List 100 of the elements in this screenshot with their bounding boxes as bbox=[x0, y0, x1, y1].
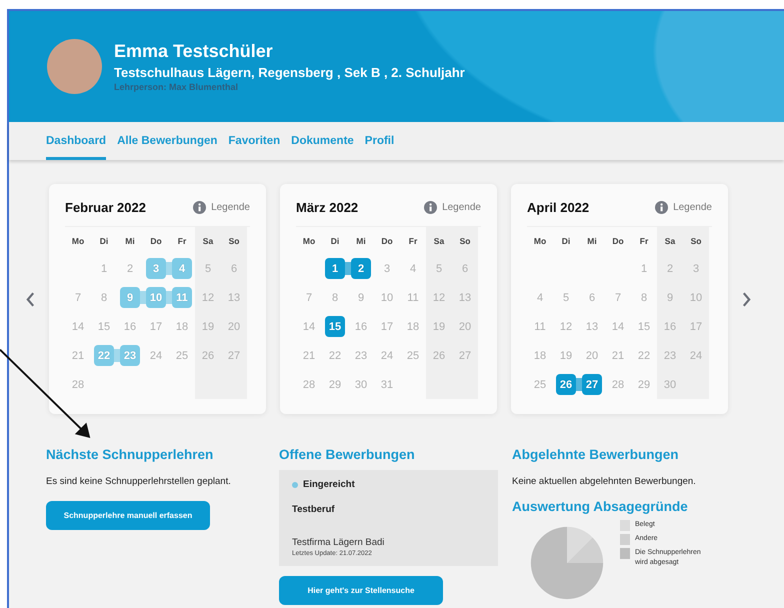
calendar-day[interactable]: 24 bbox=[146, 345, 166, 366]
calendar-day[interactable]: 10 bbox=[146, 287, 166, 308]
calendar-day[interactable]: 12 bbox=[556, 316, 576, 337]
calendar-day[interactable]: 22 bbox=[325, 345, 345, 366]
calendar-day[interactable]: 5 bbox=[429, 258, 449, 279]
calendar-day[interactable]: 18 bbox=[403, 316, 423, 337]
chevron-left-icon[interactable] bbox=[26, 292, 35, 306]
calendar-day[interactable]: 6 bbox=[582, 287, 602, 308]
calendar-day[interactable]: 16 bbox=[660, 316, 680, 337]
nav-tab[interactable]: Dashboard bbox=[46, 135, 106, 160]
calendar-day[interactable]: 12 bbox=[429, 287, 449, 308]
calendar-day[interactable]: 15 bbox=[325, 316, 345, 337]
calendar-day[interactable]: 22 bbox=[634, 345, 654, 366]
calendar-day[interactable]: 29 bbox=[325, 374, 345, 395]
calendar-day[interactable]: 13 bbox=[455, 287, 475, 308]
calendar-day[interactable]: 2 bbox=[660, 258, 680, 279]
calendar-day[interactable]: 9 bbox=[351, 287, 371, 308]
calendar-day[interactable]: 21 bbox=[608, 345, 628, 366]
calendar-day[interactable]: 27 bbox=[455, 345, 475, 366]
chevron-right-icon[interactable] bbox=[742, 292, 751, 306]
calendar-day[interactable]: 11 bbox=[172, 287, 192, 308]
calendar-day[interactable]: 4 bbox=[172, 258, 192, 279]
calendar-day[interactable]: 8 bbox=[634, 287, 654, 308]
calendar-day[interactable]: 14 bbox=[68, 316, 88, 337]
calendar-day[interactable]: 9 bbox=[660, 287, 680, 308]
calendar-day[interactable]: 21 bbox=[68, 345, 88, 366]
calendar-day[interactable]: 11 bbox=[403, 287, 423, 308]
calendar-day[interactable]: 19 bbox=[198, 316, 218, 337]
calendar-day[interactable]: 28 bbox=[68, 374, 88, 395]
calendar-day[interactable]: 18 bbox=[530, 345, 550, 366]
calendar-day[interactable]: 14 bbox=[608, 316, 628, 337]
calendar-day[interactable]: 7 bbox=[68, 287, 88, 308]
calendar-day[interactable]: 28 bbox=[608, 374, 628, 395]
calendar-day[interactable]: 30 bbox=[351, 374, 371, 395]
calendar-day[interactable]: 15 bbox=[94, 316, 114, 337]
calendar-day[interactable]: 5 bbox=[556, 287, 576, 308]
calendar-day[interactable]: 20 bbox=[582, 345, 602, 366]
calendar-day[interactable]: 11 bbox=[530, 316, 550, 337]
calendar-day[interactable]: 20 bbox=[455, 316, 475, 337]
legend-link[interactable]: Legende bbox=[673, 202, 712, 212]
calendar-day[interactable]: 12 bbox=[198, 287, 218, 308]
calendar-day[interactable]: 3 bbox=[146, 258, 166, 279]
calendar-day[interactable]: 17 bbox=[377, 316, 397, 337]
calendar-day[interactable]: 23 bbox=[120, 345, 140, 366]
calendar-day[interactable]: 8 bbox=[94, 287, 114, 308]
calendar-day[interactable]: 5 bbox=[198, 258, 218, 279]
calendar-day[interactable]: 26 bbox=[198, 345, 218, 366]
calendar-day[interactable]: 27 bbox=[582, 374, 602, 395]
calendar-day[interactable]: 22 bbox=[94, 345, 114, 366]
calendar-day[interactable]: 16 bbox=[351, 316, 371, 337]
calendar-day[interactable]: 13 bbox=[224, 287, 244, 308]
info-icon[interactable] bbox=[424, 200, 438, 214]
calendar-day[interactable]: 16 bbox=[120, 316, 140, 337]
calendar-day[interactable]: 1 bbox=[325, 258, 345, 279]
calendar-day[interactable]: 26 bbox=[429, 345, 449, 366]
add-trial-button[interactable]: Schnupperlehre manuell erfassen bbox=[46, 501, 210, 530]
calendar-day[interactable]: 8 bbox=[325, 287, 345, 308]
calendar-day[interactable]: 17 bbox=[686, 316, 706, 337]
calendar-day[interactable]: 25 bbox=[530, 374, 550, 395]
calendar-day[interactable]: 21 bbox=[299, 345, 319, 366]
calendar-day[interactable]: 28 bbox=[299, 374, 319, 395]
calendar-day[interactable]: 7 bbox=[299, 287, 319, 308]
calendar-day[interactable]: 26 bbox=[556, 374, 576, 395]
calendar-day[interactable]: 29 bbox=[634, 374, 654, 395]
calendar-day[interactable]: 13 bbox=[582, 316, 602, 337]
calendar-day[interactable]: 3 bbox=[686, 258, 706, 279]
calendar-day[interactable]: 18 bbox=[172, 316, 192, 337]
job-search-button[interactable]: Hier geht's zur Stellensuche bbox=[279, 576, 443, 605]
nav-tab[interactable]: Favoriten bbox=[228, 135, 280, 160]
calendar-day[interactable]: 7 bbox=[608, 287, 628, 308]
calendar-day[interactable]: 25 bbox=[403, 345, 423, 366]
calendar-day[interactable]: 1 bbox=[634, 258, 654, 279]
nav-tab[interactable]: Dokumente bbox=[291, 135, 354, 160]
calendar-day[interactable]: 3 bbox=[377, 258, 397, 279]
calendar-day[interactable]: 23 bbox=[660, 345, 680, 366]
calendar-day[interactable]: 24 bbox=[377, 345, 397, 366]
calendar-day[interactable]: 6 bbox=[224, 258, 244, 279]
calendar-day[interactable]: 19 bbox=[556, 345, 576, 366]
calendar-day[interactable]: 19 bbox=[429, 316, 449, 337]
calendar-day[interactable]: 2 bbox=[351, 258, 371, 279]
nav-tab[interactable]: Alle Bewerbungen bbox=[117, 135, 218, 160]
legend-link[interactable]: Legende bbox=[442, 202, 481, 212]
calendar-day[interactable]: 27 bbox=[224, 345, 244, 366]
calendar-day[interactable]: 14 bbox=[299, 316, 319, 337]
calendar-day[interactable]: 17 bbox=[146, 316, 166, 337]
calendar-day[interactable]: 6 bbox=[455, 258, 475, 279]
calendar-day[interactable]: 23 bbox=[351, 345, 371, 366]
calendar-day[interactable]: 31 bbox=[377, 374, 397, 395]
info-icon[interactable] bbox=[655, 200, 668, 214]
calendar-day[interactable]: 25 bbox=[172, 345, 192, 366]
calendar-day[interactable]: 10 bbox=[686, 287, 706, 308]
calendar-day[interactable]: 15 bbox=[634, 316, 654, 337]
legend-link[interactable]: Legende bbox=[211, 202, 250, 212]
info-icon[interactable] bbox=[193, 200, 206, 214]
calendar-day[interactable]: 30 bbox=[660, 374, 680, 395]
calendar-day[interactable]: 4 bbox=[530, 287, 550, 308]
calendar-day[interactable]: 1 bbox=[94, 258, 114, 279]
calendar-day[interactable]: 9 bbox=[120, 287, 140, 308]
calendar-day[interactable]: 24 bbox=[686, 345, 706, 366]
calendar-day[interactable]: 4 bbox=[403, 258, 423, 279]
